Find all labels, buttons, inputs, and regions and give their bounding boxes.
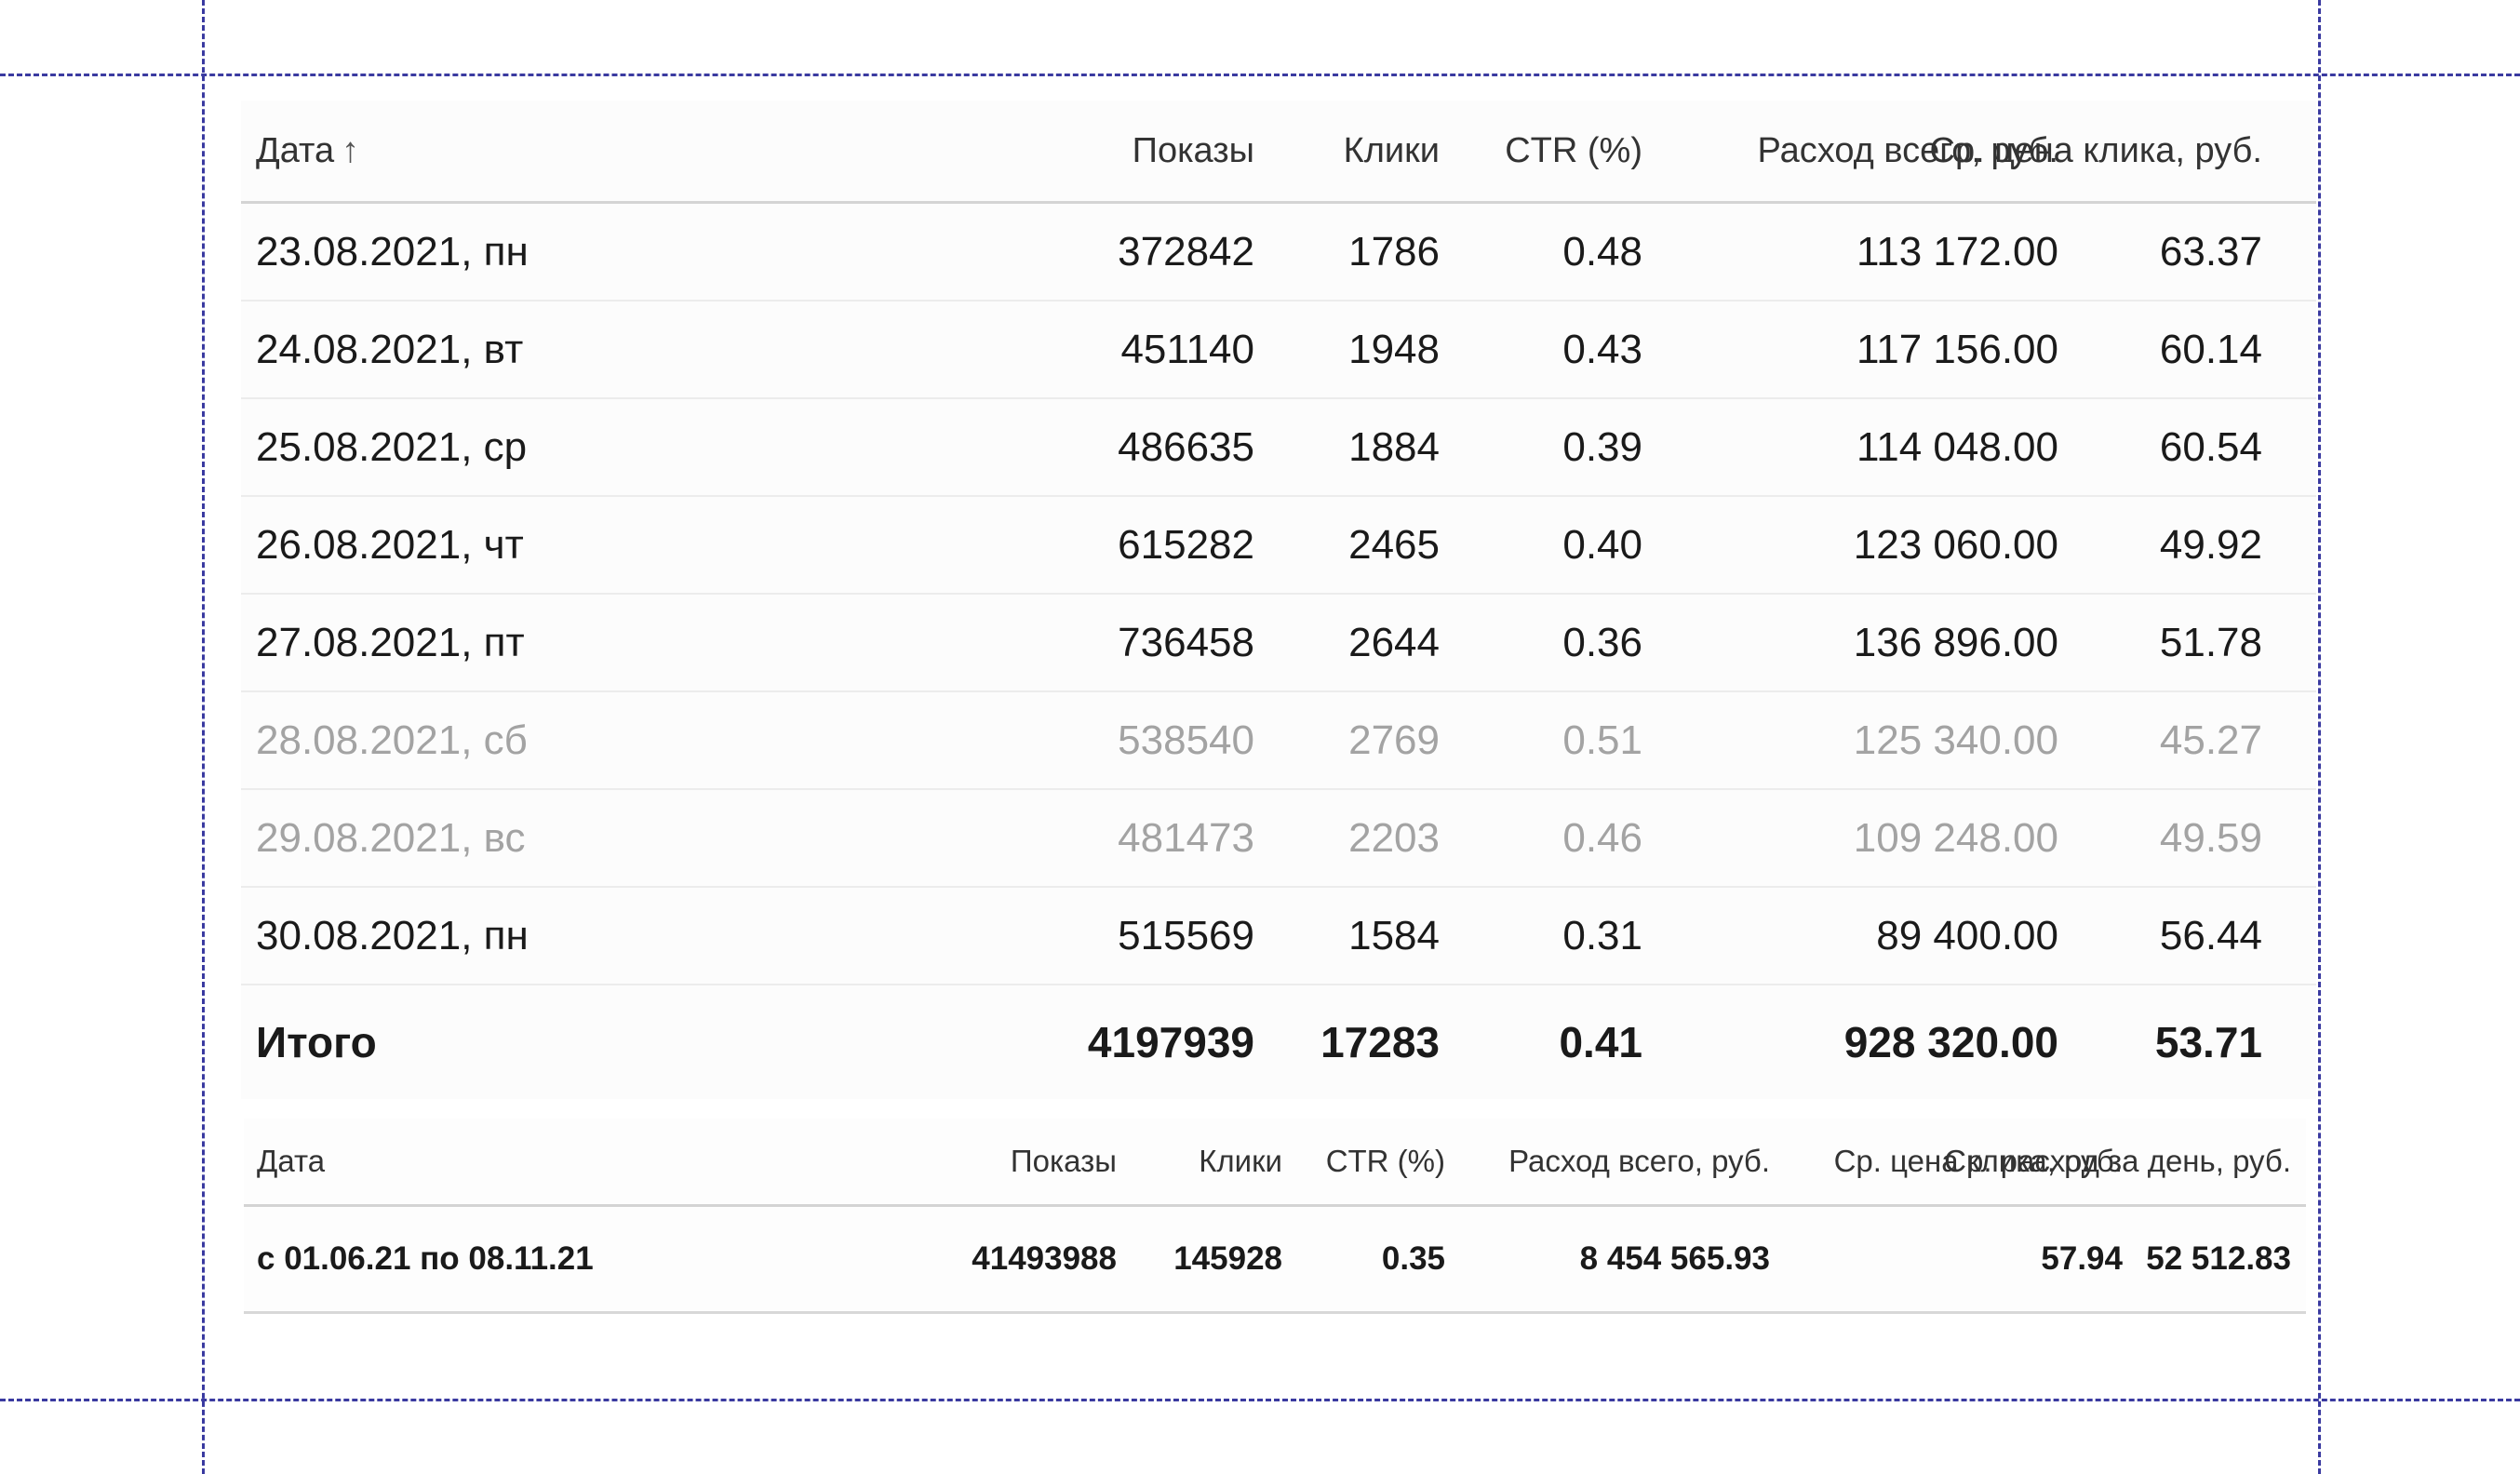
row-ctr: 0.39 [1562, 423, 1642, 470]
row-date: 23.08.2021, пн [256, 228, 529, 275]
column-header-cpc[interactable]: Ср. цена клика, руб. [1930, 100, 2262, 201]
period-avg-day-spend: 52 512.83 [2146, 1240, 2291, 1277]
table-header: Дата ↑ Показы Клики CTR (%) Расход всего… [241, 100, 2316, 204]
period-shows: 41493988 [972, 1240, 1117, 1277]
row-spend: 114 048.00 [1856, 423, 2058, 470]
row-shows: 736458 [1118, 619, 1254, 665]
guide-line-bottom [0, 1399, 2520, 1401]
row-ctr: 0.46 [1562, 814, 1642, 861]
row-spend: 89 400.00 [1876, 912, 2058, 958]
row-shows: 486635 [1118, 423, 1254, 470]
total-clicks: 17283 [1320, 1018, 1440, 1066]
column-header-avg-day-spend[interactable]: Ср. расход за день, руб. [1944, 1119, 2291, 1204]
total-label: Итого [256, 1018, 377, 1066]
row-spend: 123 060.00 [1853, 521, 2058, 568]
row-shows: 451140 [1120, 326, 1254, 372]
table-row: с 01.06.21 по 08.11.21 41493988 145928 0… [244, 1207, 2306, 1311]
guide-line-right [2318, 0, 2321, 1474]
column-header-date-label: Дата [256, 130, 335, 170]
row-date: 30.08.2021, пн [256, 912, 529, 958]
guide-line-top [0, 74, 2520, 76]
row-spend: 136 896.00 [1853, 619, 2058, 665]
row-cpc: 49.92 [2159, 521, 2262, 568]
column-header-spend[interactable]: Расход всего, руб. [1508, 1119, 1770, 1204]
row-clicks: 2203 [1348, 814, 1440, 861]
total-shows: 4197939 [1087, 1018, 1254, 1066]
table-row: 29.08.2021, вс 481473 2203 0.46 109 248.00 49… [241, 790, 2316, 888]
period-date-range: с 01.06.21 по 08.11.21 [257, 1240, 594, 1277]
row-spend: 109 248.00 [1853, 814, 2058, 861]
column-header-clicks[interactable]: Клики [1344, 100, 1440, 201]
row-clicks: 1584 [1348, 912, 1440, 958]
column-header-clicks[interactable]: Клики [1199, 1119, 1282, 1204]
row-date: 26.08.2021, чт [256, 521, 524, 568]
column-header-ctr[interactable]: CTR (%) [1505, 100, 1642, 201]
period-cpc: 57.94 [2041, 1240, 2123, 1277]
total-spend: 928 320.00 [1843, 1018, 2058, 1066]
sort-arrow-icon[interactable]: ↑ [342, 131, 359, 171]
table-row: 25.08.2021, ср 486635 1884 0.39 114 048.00 60… [241, 399, 2316, 497]
period-spend: 8 454 565.93 [1579, 1240, 1770, 1277]
row-date: 28.08.2021, сб [256, 717, 528, 763]
table-row: 30.08.2021, пн 515569 1584 0.31 89 400.00 56.… [241, 888, 2316, 985]
table-row: 27.08.2021, пт 736458 2644 0.36 136 896.00 51… [241, 595, 2316, 692]
table-row: 24.08.2021, вт 451140 1948 0.43 117 156.00 60… [241, 302, 2316, 399]
table-row: 23.08.2021, пн 372842 1786 0.48 113 172.00 63… [241, 204, 2316, 302]
row-clicks: 2644 [1348, 619, 1440, 665]
table-row: 28.08.2021, сб 538540 2769 0.51 125 340.00 45… [241, 692, 2316, 790]
row-date: 27.08.2021, пт [256, 619, 525, 665]
row-shows: 538540 [1118, 717, 1254, 763]
row-ctr: 0.51 [1562, 717, 1642, 763]
column-header-ctr[interactable]: CTR (%) [1326, 1119, 1445, 1204]
table-row: 26.08.2021, чт 615282 2465 0.40 123 060.00 49… [241, 497, 2316, 595]
daily-stats-table: Дата ↑ Показы Клики CTR (%) Расход всего… [241, 100, 2316, 1099]
row-date: 29.08.2021, вс [256, 814, 526, 861]
table-body: 23.08.2021, пн 372842 1786 0.48 113 172.00 63… [241, 204, 2316, 985]
row-cpc: 51.78 [2159, 619, 2262, 665]
column-header-date[interactable]: Дата ↑ [256, 100, 359, 201]
guide-line-left [202, 0, 205, 1474]
row-cpc: 60.54 [2159, 423, 2262, 470]
row-clicks: 1884 [1348, 423, 1440, 470]
row-spend: 113 172.00 [1856, 228, 2058, 275]
row-clicks: 1786 [1348, 228, 1440, 275]
row-shows: 372842 [1118, 228, 1254, 275]
period-ctr: 0.35 [1381, 1240, 1445, 1277]
column-header-shows[interactable]: Показы [1011, 1119, 1117, 1204]
row-date: 24.08.2021, вт [256, 326, 524, 372]
row-spend: 117 156.00 [1856, 326, 2058, 372]
row-spend: 125 340.00 [1853, 717, 2058, 763]
row-ctr: 0.31 [1562, 912, 1642, 958]
total-cpc: 53.71 [2154, 1018, 2262, 1066]
row-clicks: 2769 [1348, 717, 1440, 763]
period-summary-table: Дата Показы Клики CTR (%) Расход всего, … [244, 1119, 2306, 1314]
row-cpc: 60.14 [2159, 326, 2262, 372]
row-cpc: 49.59 [2159, 814, 2262, 861]
row-ctr: 0.40 [1562, 521, 1642, 568]
total-ctr: 0.41 [1559, 1018, 1642, 1066]
row-shows: 481473 [1118, 814, 1254, 861]
row-date: 25.08.2021, ср [256, 423, 528, 470]
period-clicks: 145928 [1173, 1240, 1282, 1277]
row-ctr: 0.43 [1562, 326, 1642, 372]
row-shows: 515569 [1118, 912, 1254, 958]
column-header-date[interactable]: Дата [257, 1119, 325, 1204]
row-clicks: 2465 [1348, 521, 1440, 568]
row-cpc: 63.37 [2159, 228, 2262, 275]
row-cpc: 56.44 [2159, 912, 2262, 958]
row-ctr: 0.36 [1562, 619, 1642, 665]
table-header: Дата Показы Клики CTR (%) Расход всего, … [244, 1119, 2306, 1207]
column-header-shows[interactable]: Показы [1133, 100, 1254, 201]
row-cpc: 45.27 [2159, 717, 2262, 763]
table-total-row: Итого 4197939 17283 0.41 928 320.00 53.7… [241, 985, 2316, 1099]
row-shows: 615282 [1118, 521, 1254, 568]
row-ctr: 0.48 [1562, 228, 1642, 275]
row-clicks: 1948 [1348, 326, 1440, 372]
